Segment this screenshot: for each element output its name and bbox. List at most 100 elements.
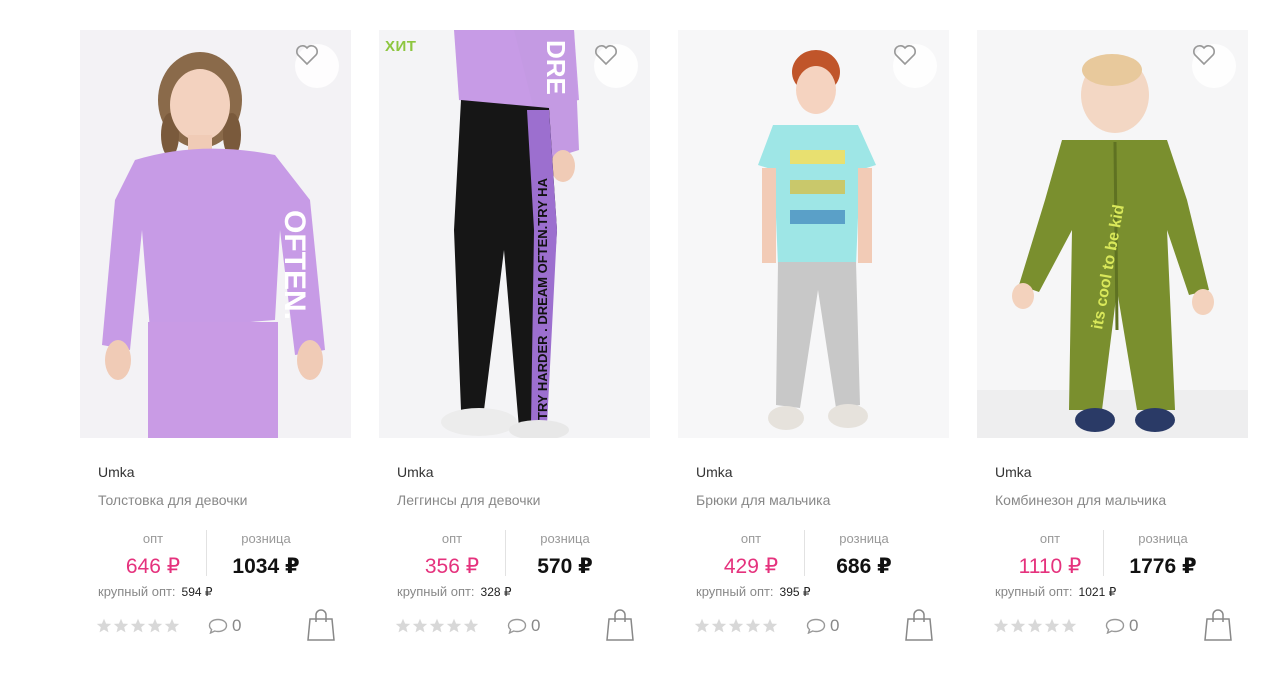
star-icon — [130, 618, 146, 633]
bulk-label: крупный опт: — [98, 584, 176, 599]
product-brand[interactable]: Umka — [696, 464, 733, 480]
card-actions: 0 — [395, 608, 635, 646]
retail-price: розница 1776 ₽ — [1103, 530, 1223, 582]
comments-link[interactable]: 0 — [208, 616, 241, 636]
card-actions: 0 — [694, 608, 934, 646]
product-card[interactable]: OFTEN. Umka Толстовка для девочки опт 64… — [80, 30, 351, 650]
wholesale-value: 1110 ₽ — [1018, 555, 1082, 578]
retail-price: розница 570 ₽ — [505, 530, 625, 582]
price-block: опт 356 ₽ розница 570 ₽ — [397, 530, 637, 578]
heart-outline-icon — [1193, 45, 1215, 66]
star-icon — [694, 618, 710, 633]
product-title[interactable]: Брюки для мальчика — [696, 492, 830, 508]
bulk-price: крупный опт: 1021 ₽ — [995, 584, 1116, 599]
retail-price: розница 686 ₽ — [804, 530, 924, 582]
product-title[interactable]: Толстовка для девочки — [98, 492, 247, 508]
star-icon — [429, 618, 445, 633]
product-card[interactable]: DRE TRY HARDER . DREAM OFTEN.TRY HA ХИТ … — [379, 30, 650, 650]
product-photo-leggings: DRE TRY HARDER . DREAM OFTEN.TRY HA — [379, 30, 650, 438]
wholesale-label: опт — [1039, 531, 1061, 546]
product-title[interactable]: Леггинсы для девочки — [397, 492, 540, 508]
svg-text:DRE: DRE — [541, 40, 571, 95]
comments-count: 0 — [1129, 616, 1139, 635]
retail-label: розница — [241, 531, 291, 546]
bulk-price: крупный опт: 395 ₽ — [696, 584, 811, 599]
wholesale-label: опт — [441, 531, 463, 546]
star-icon — [1044, 618, 1060, 633]
wholesale-label: опт — [142, 531, 164, 546]
retail-value: 1034 ₽ — [232, 555, 300, 578]
star-icon — [96, 618, 112, 633]
comments-link[interactable]: 0 — [507, 616, 540, 636]
bulk-value: 328 ₽ — [480, 585, 512, 599]
retail-label: розница — [839, 531, 889, 546]
retail-value: 570 ₽ — [537, 555, 593, 578]
shopping-bag-icon[interactable] — [904, 608, 934, 642]
product-image[interactable] — [678, 30, 949, 438]
speech-bubble-icon — [806, 618, 826, 634]
product-image[interactable]: its cool to be kid — [977, 30, 1248, 438]
favorite-button[interactable] — [295, 44, 339, 88]
product-brand[interactable]: Umka — [995, 464, 1032, 480]
star-icon — [762, 618, 778, 633]
price-block: опт 646 ₽ розница 1034 ₽ — [98, 530, 338, 578]
bulk-label: крупный опт: — [995, 584, 1073, 599]
card-actions: 0 — [993, 608, 1233, 646]
favorite-button[interactable] — [1192, 44, 1236, 88]
bulk-value: 395 ₽ — [779, 585, 811, 599]
star-icon — [993, 618, 1009, 633]
favorite-button[interactable] — [594, 44, 638, 88]
wholesale-value: 646 ₽ — [125, 555, 181, 578]
wholesale-value: 356 ₽ — [424, 555, 480, 578]
wholesale-price: опт 429 ₽ — [696, 530, 806, 582]
star-icon — [113, 618, 129, 633]
retail-label: розница — [540, 531, 590, 546]
star-icon — [1061, 618, 1077, 633]
star-icon — [711, 618, 727, 633]
shopping-bag-icon[interactable] — [306, 608, 336, 642]
product-image[interactable]: DRE TRY HARDER . DREAM OFTEN.TRY HA ХИТ — [379, 30, 650, 438]
star-icon — [728, 618, 744, 633]
wholesale-value: 429 ₽ — [723, 555, 779, 578]
rating-stars[interactable] — [96, 618, 180, 634]
star-icon — [1010, 618, 1026, 633]
favorite-button[interactable] — [893, 44, 937, 88]
rating-stars[interactable] — [694, 618, 778, 634]
retail-price: розница 1034 ₽ — [206, 530, 326, 582]
rating-stars[interactable] — [993, 618, 1077, 634]
rating-stars[interactable] — [395, 618, 479, 634]
star-icon — [745, 618, 761, 633]
bulk-price: крупный опт: 328 ₽ — [397, 584, 512, 599]
comments-count: 0 — [830, 616, 840, 635]
shopping-bag-icon[interactable] — [605, 608, 635, 642]
product-image[interactable]: OFTEN. — [80, 30, 351, 438]
bulk-price: крупный опт: 594 ₽ — [98, 584, 213, 599]
product-brand[interactable]: Umka — [397, 464, 434, 480]
star-icon — [164, 618, 180, 633]
product-title[interactable]: Комбинезон для мальчика — [995, 492, 1166, 508]
comments-link[interactable]: 0 — [806, 616, 839, 636]
star-icon — [463, 618, 479, 633]
comments-count: 0 — [531, 616, 541, 635]
comments-link[interactable]: 0 — [1105, 616, 1138, 636]
star-icon — [1027, 618, 1043, 633]
retail-value: 686 ₽ — [836, 555, 892, 578]
product-card[interactable]: its cool to be kid Umka Комбинезон для м… — [977, 30, 1248, 650]
star-icon — [147, 618, 163, 633]
star-icon — [395, 618, 411, 633]
wholesale-label: опт — [740, 531, 762, 546]
product-card[interactable]: Umka Брюки для мальчика опт 429 ₽ розниц… — [678, 30, 949, 650]
retail-value: 1776 ₽ — [1129, 555, 1197, 578]
price-block: опт 429 ₽ розница 686 ₽ — [696, 530, 936, 578]
wholesale-price: опт 1110 ₽ — [995, 530, 1105, 582]
speech-bubble-icon — [208, 618, 228, 634]
bulk-value: 594 ₽ — [181, 585, 213, 599]
star-icon — [412, 618, 428, 633]
star-icon — [446, 618, 462, 633]
wholesale-price: опт 646 ₽ — [98, 530, 208, 582]
svg-text:TRY HARDER . DREAM OFTEN.TRY H: TRY HARDER . DREAM OFTEN.TRY HA — [535, 177, 550, 420]
shopping-bag-icon[interactable] — [1203, 608, 1233, 642]
bulk-label: крупный опт: — [397, 584, 475, 599]
product-brand[interactable]: Umka — [98, 464, 135, 480]
price-block: опт 1110 ₽ розница 1776 ₽ — [995, 530, 1235, 578]
